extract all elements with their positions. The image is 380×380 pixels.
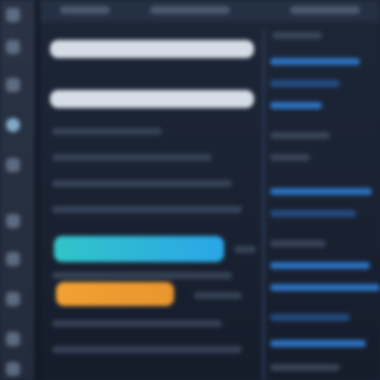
- panel-line: [270, 154, 310, 161]
- panel-line: [270, 314, 350, 321]
- panel-line[interactable]: [270, 262, 370, 269]
- panel-line: [270, 132, 330, 139]
- list-row[interactable]: [52, 180, 232, 187]
- list-row[interactable]: [52, 346, 242, 353]
- search-icon[interactable]: [6, 214, 20, 228]
- topbar-item[interactable]: [60, 6, 110, 14]
- chart-icon[interactable]: [6, 292, 20, 306]
- main-list: [44, 28, 266, 378]
- panel-line[interactable]: [270, 284, 380, 291]
- settings-icon[interactable]: [6, 158, 20, 172]
- user-icon[interactable]: [6, 332, 20, 346]
- list-row[interactable]: [52, 128, 162, 135]
- globe-icon[interactable]: [6, 118, 20, 132]
- highlight-row-cyan[interactable]: [54, 236, 224, 262]
- panel-line[interactable]: [270, 102, 322, 109]
- panel-line: [270, 240, 326, 247]
- panel-line: [270, 210, 356, 217]
- selected-row-1[interactable]: [50, 40, 254, 58]
- rail-divider: [36, 0, 40, 380]
- top-bar: [40, 0, 380, 22]
- help-icon[interactable]: [6, 362, 20, 376]
- panel-line[interactable]: [270, 188, 372, 195]
- highlight-row-orange[interactable]: [56, 282, 174, 306]
- row-value: [234, 246, 256, 253]
- menu-icon[interactable]: [6, 40, 20, 54]
- list-icon[interactable]: [6, 252, 20, 266]
- list-row[interactable]: [52, 154, 212, 161]
- list-row[interactable]: [52, 272, 232, 279]
- detail-panel: [262, 28, 380, 378]
- list-row[interactable]: [52, 320, 222, 327]
- selected-row-2[interactable]: [50, 90, 254, 108]
- panel-line[interactable]: [270, 58, 360, 65]
- panel-line: [270, 80, 340, 87]
- row-value: [194, 292, 242, 299]
- list-row[interactable]: [52, 206, 242, 213]
- panel-line: [270, 364, 340, 371]
- panel-line[interactable]: [270, 340, 366, 347]
- blurred-ui-scene: [0, 0, 380, 380]
- left-icon-rail: [0, 0, 34, 380]
- panel-line: [272, 32, 322, 39]
- app-icon[interactable]: [6, 8, 20, 22]
- topbar-item[interactable]: [150, 6, 230, 14]
- topbar-item[interactable]: [290, 6, 360, 14]
- folder-icon[interactable]: [6, 78, 20, 92]
